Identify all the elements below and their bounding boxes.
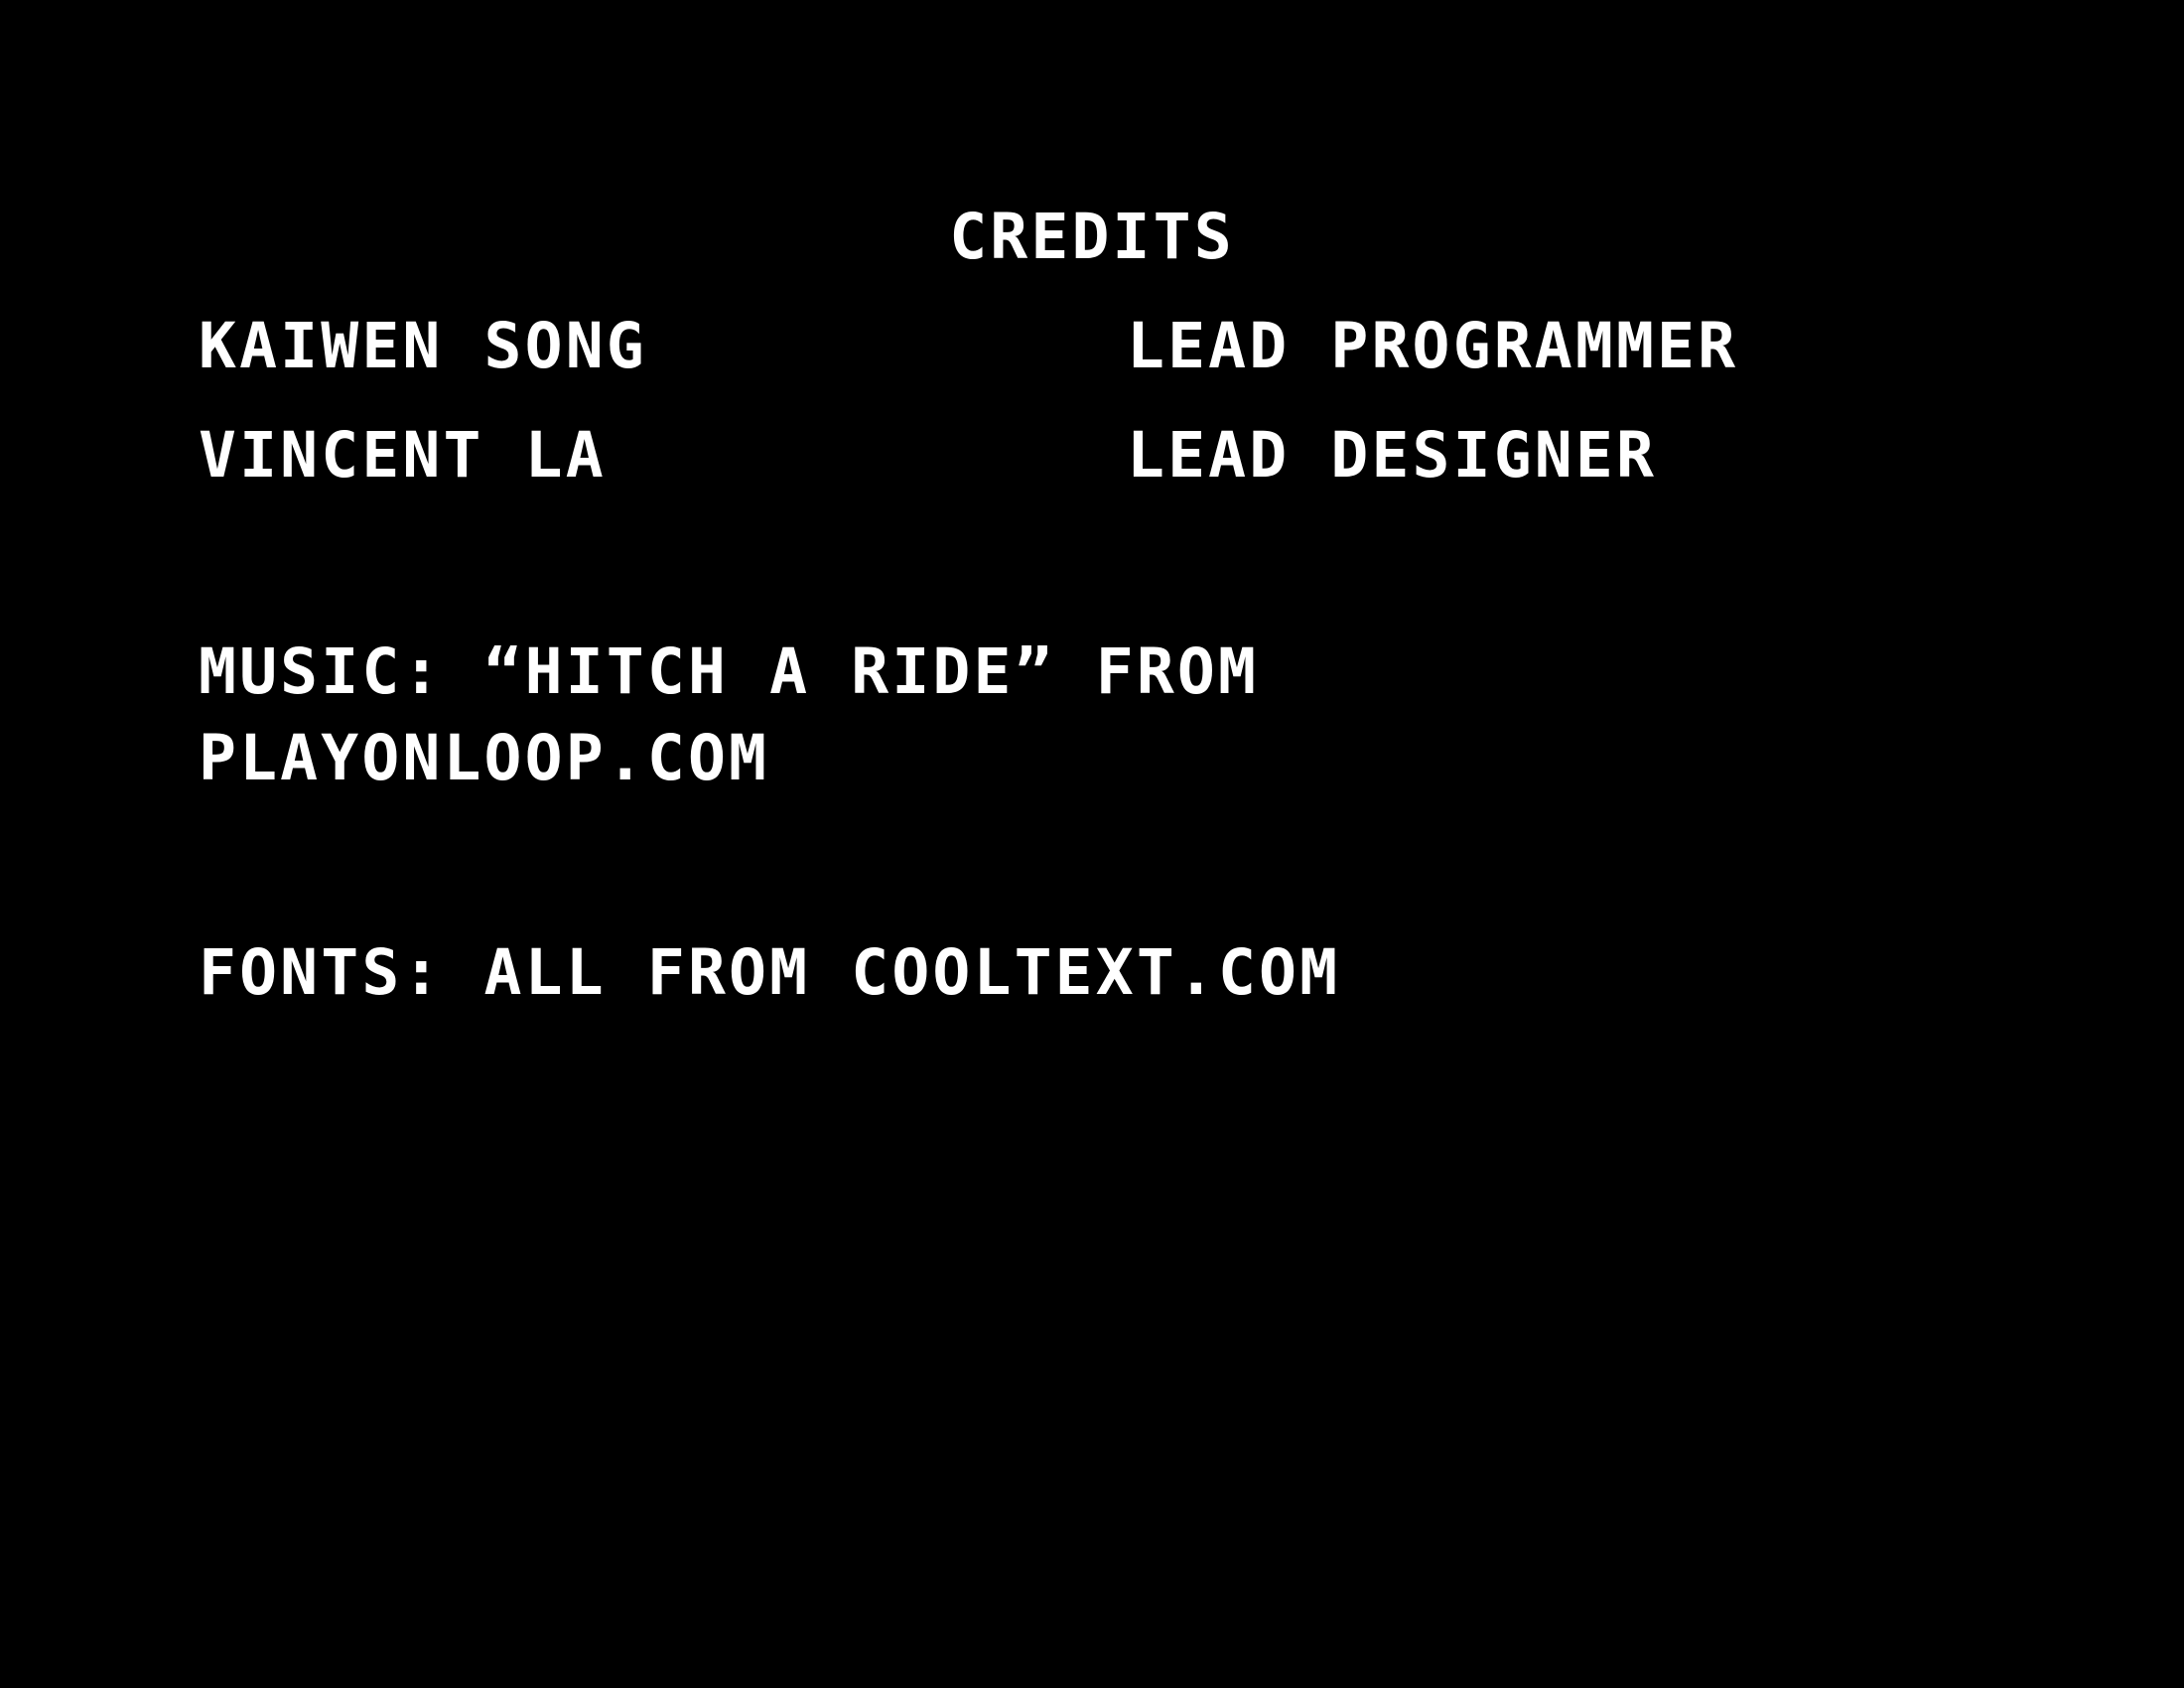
credit-name-programmer: KAIWEN SONG bbox=[199, 310, 647, 382]
music-credit-line-1: MUSIC: “HITCH A RIDE” FROM bbox=[199, 635, 1260, 708]
credit-role-programmer: LEAD PROGRAMMER bbox=[1127, 310, 1739, 382]
credits-title: CREDITS bbox=[949, 201, 1235, 273]
fonts-credit-line: FONTS: ALL FROM COOLTEXT.COM bbox=[199, 936, 1341, 1009]
music-credit-line-2: PLAYONLOOP.COM bbox=[199, 722, 770, 794]
credit-role-designer: LEAD DESIGNER bbox=[1127, 419, 1658, 492]
credit-name-designer: VINCENT LA bbox=[199, 419, 607, 492]
credits-screen: CREDITS KAIWEN SONG LEAD PROGRAMMER VINC… bbox=[0, 0, 2184, 1688]
